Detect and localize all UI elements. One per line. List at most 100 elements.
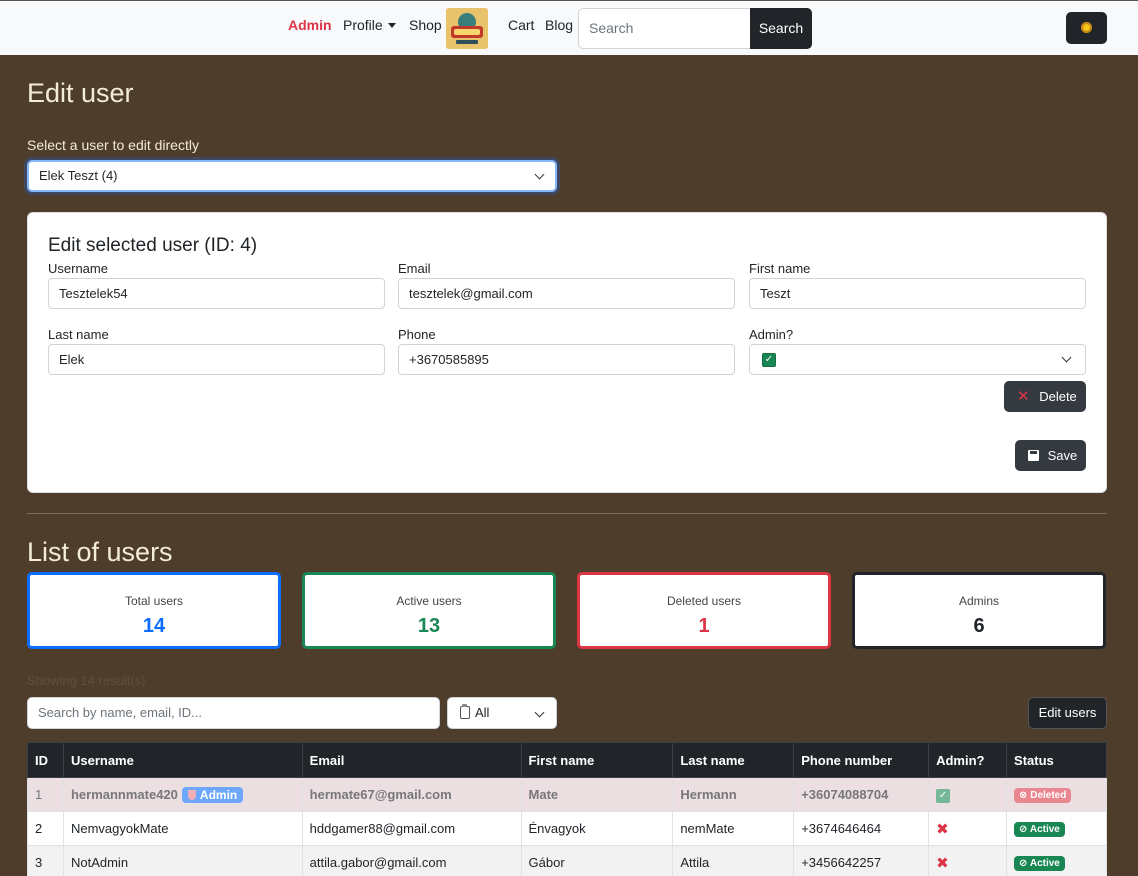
column-header[interactable]: Last name — [672, 742, 795, 778]
chevron-down-icon — [534, 169, 545, 180]
phone-field[interactable]: +3670585895 — [398, 344, 735, 375]
firstname-label: First name — [749, 261, 811, 276]
username-label: Username — [48, 261, 108, 276]
stat-label: Active users — [396, 594, 462, 608]
cell-status: ⊘ Active — [1006, 811, 1107, 846]
shield-icon — [187, 789, 196, 800]
cell-first-name: Énvagyok — [520, 811, 674, 846]
delete-button[interactable]: ✕ Delete — [1004, 381, 1086, 412]
floppy-disk-icon — [1028, 450, 1039, 461]
top-navbar: Admin Profile Shop Cart Blog Search Sear… — [0, 0, 1138, 55]
cell-id: 3 — [27, 845, 64, 876]
status-badge-label: Active — [1029, 858, 1060, 869]
column-header[interactable]: Email — [301, 742, 522, 778]
cell-last-name: Hermann — [672, 777, 795, 812]
sun-icon — [1081, 22, 1092, 33]
status-badge: ⊘ Active — [1014, 856, 1065, 871]
nav-profile-dropdown[interactable]: Profile — [343, 17, 396, 33]
check-icon: ✓ — [936, 789, 951, 803]
close-icon: ✖ — [936, 820, 949, 838]
cell-id: 2 — [27, 811, 64, 846]
status-badge-label: Deleted — [1030, 790, 1067, 801]
admin-select[interactable]: ✓ — [749, 344, 1086, 375]
nav-profile-label: Profile — [343, 17, 383, 33]
status-badge: ⊘ Active — [1014, 822, 1065, 837]
chevron-down-icon — [534, 707, 545, 718]
cell-first-name: Mate — [520, 777, 674, 812]
email-label: Email — [398, 261, 431, 276]
stat-admins: Admins 6 — [852, 572, 1106, 649]
stat-value: 6 — [973, 615, 985, 637]
cell-status: ⊘ Active — [1006, 845, 1107, 876]
column-header[interactable]: Phone number — [793, 742, 930, 778]
nav-search: Search Search — [578, 8, 812, 49]
cell-last-name: Attila — [672, 845, 795, 876]
result-count: Showing 14 result(s) — [27, 673, 146, 688]
cell-username: NemvagyokMate — [62, 811, 303, 846]
cell-phone: +3674646464 — [793, 811, 930, 846]
table-header-row: ID Username Email First name Last name P… — [27, 742, 1107, 778]
column-header[interactable]: ID — [27, 742, 64, 778]
theme-toggle-button[interactable] — [1066, 12, 1107, 44]
status-badge-label: Active — [1029, 824, 1060, 835]
table-row[interactable]: 3 NotAdmin attila.gabor@gmail.com Gábor … — [27, 845, 1107, 876]
retro-logo[interactable] — [446, 8, 488, 49]
save-button-label: Save — [1047, 448, 1078, 463]
nav-admin-link[interactable]: Admin — [288, 17, 332, 33]
firstname-field[interactable]: Teszt — [749, 278, 1086, 309]
status-badge: ⊗ Deleted — [1014, 788, 1072, 803]
column-header[interactable]: Status — [1006, 742, 1107, 778]
cell-status: ⊗ Deleted — [1006, 777, 1107, 812]
user-select-label: Select a user to edit directly — [27, 137, 199, 153]
user-filter-input[interactable]: Search by name, email, ID... — [27, 697, 440, 729]
cell-phone: +36074088704 — [793, 777, 930, 812]
stat-total-users: Total users 14 — [27, 572, 281, 649]
stat-label: Admins — [958, 594, 999, 608]
nav-shop-link[interactable]: Shop — [409, 17, 442, 33]
nav-search-button[interactable]: Search — [750, 8, 812, 49]
cell-id: 1 — [27, 777, 64, 812]
user-select-value: Elek Teszt (4) — [39, 168, 118, 183]
nav-search-input[interactable]: Search — [578, 8, 751, 49]
cell-username: NotAdmin — [62, 845, 303, 876]
stat-label: Deleted users — [666, 594, 742, 608]
section-divider — [27, 513, 1107, 514]
cell-email: hddgamer88@gmail.com — [301, 811, 522, 846]
lastname-field[interactable]: Elek — [48, 344, 385, 375]
table-row[interactable]: 2 NemvagyokMate hddgamer88@gmail.com Énv… — [27, 811, 1107, 846]
chevron-down-icon — [1061, 352, 1072, 363]
close-icon: ✕ — [1017, 388, 1030, 405]
column-header[interactable]: Admin? — [928, 742, 1008, 778]
admin-badge: Admin — [181, 786, 244, 803]
check-icon: ✓ — [762, 353, 776, 367]
table-row[interactable]: 1 hermannmate420 Admin hermate67@gmail.co… — [27, 777, 1107, 812]
phone-label: Phone — [398, 327, 436, 342]
nav-blog-link[interactable]: Blog — [545, 17, 573, 33]
cell-phone: +3456642257 — [793, 845, 930, 876]
cell-email: attila.gabor@gmail.com — [301, 845, 522, 876]
username-text: hermannmate420 — [70, 786, 178, 802]
column-header[interactable]: Username — [62, 742, 303, 778]
column-header[interactable]: First name — [520, 742, 674, 778]
edit-user-card: Edit selected user (ID: 4) Username Tesz… — [27, 212, 1107, 493]
nav-cart-link[interactable]: Cart — [508, 17, 534, 33]
cell-last-name: nemMate — [672, 811, 795, 846]
username-field[interactable]: Tesztelek54 — [48, 278, 385, 309]
retro-logo-image — [446, 8, 488, 49]
users-table: ID Username Email First name Last name P… — [27, 742, 1107, 876]
stat-value: 13 — [417, 615, 441, 637]
stat-active-users: Active users 13 — [302, 572, 556, 649]
save-button[interactable]: Save — [1015, 440, 1086, 471]
cell-first-name: Gábor — [520, 845, 674, 876]
cell-email: hermate67@gmail.com — [301, 777, 522, 812]
edit-users-button[interactable]: Edit users — [1028, 697, 1107, 729]
admin-label: Admin? — [749, 327, 794, 342]
user-select[interactable]: Elek Teszt (4) — [27, 160, 557, 192]
admin-badge-label: Admin — [199, 787, 238, 802]
cell-username: hermannmate420 Admin — [62, 777, 303, 812]
email-field[interactable]: tesztelek@gmail.com — [398, 278, 735, 309]
page-title: Edit user — [27, 78, 134, 108]
cell-admin: ✖ — [928, 845, 1008, 876]
status-filter-select[interactable]: All — [447, 697, 557, 729]
stat-value: 1 — [698, 615, 710, 637]
